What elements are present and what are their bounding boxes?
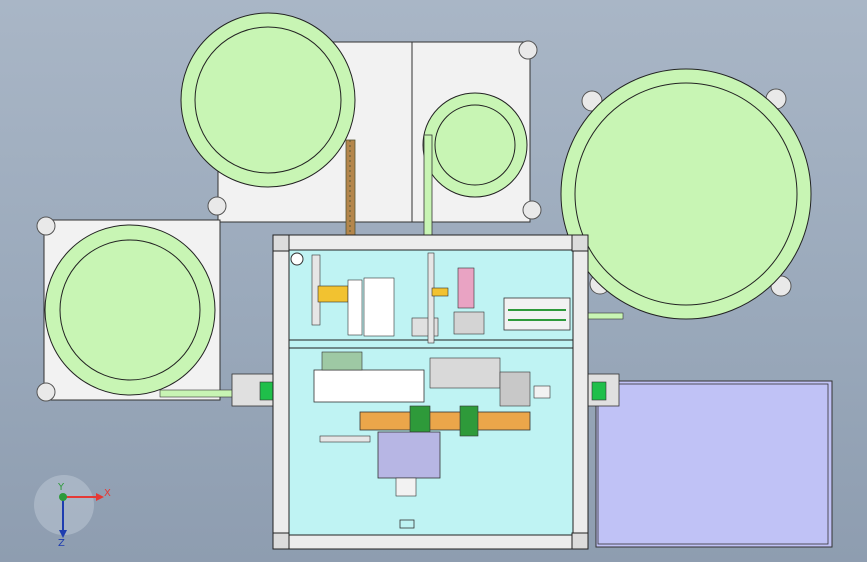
large-reel-top-left	[180, 12, 356, 188]
tape-strip-left	[345, 139, 356, 251]
small-reel-top-center	[422, 92, 528, 198]
machine-layout-drawing: X Y Z	[34, 12, 833, 550]
output-tray	[586, 373, 833, 548]
axis-y-label: Y	[57, 482, 65, 493]
coordinate-triad: X Y Z	[34, 475, 111, 549]
tape-strip-center	[423, 134, 433, 236]
right-tape-chain	[584, 312, 624, 320]
large-reel-right	[560, 68, 812, 320]
axis-z-label: Z	[58, 538, 65, 549]
axis-x-label: X	[104, 488, 111, 499]
left-feeder-plate	[36, 216, 221, 402]
